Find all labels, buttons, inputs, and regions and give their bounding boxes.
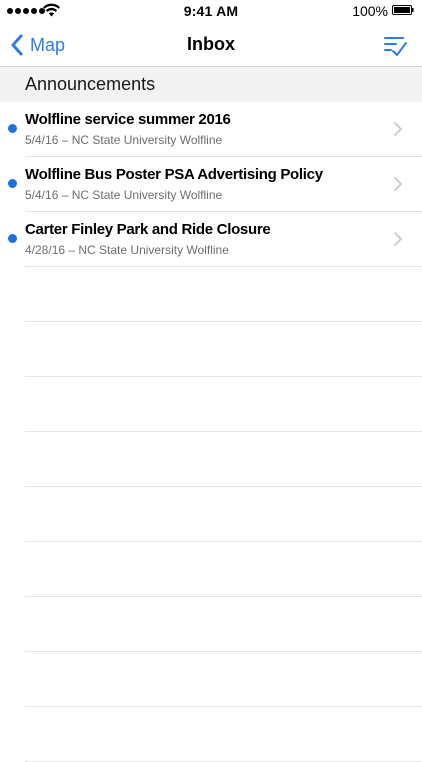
battery-icon (392, 5, 414, 15)
section-header: Announcements (0, 67, 422, 102)
message-title: Carter Finley Park and Ride Closure (25, 221, 271, 238)
unread-indicator (8, 234, 17, 243)
list-item[interactable]: Wolfline Bus Poster PSA Advertising Poli… (0, 157, 422, 212)
navigation-bar: Map Inbox (0, 24, 422, 67)
back-button[interactable]: Map (10, 31, 65, 59)
list-item[interactable]: Wolfline service summer 2016 5/4/16 – NC… (0, 102, 422, 157)
message-subtitle: 5/4/16 – NC State University Wolfline (25, 133, 223, 147)
chevron-left-icon (11, 34, 23, 56)
status-bar: 9:41 AM 100% (0, 0, 422, 24)
list-item[interactable]: Carter Finley Park and Ride Closure 4/28… (0, 212, 422, 267)
back-button-label: Map (30, 34, 66, 55)
message-subtitle: 5/4/16 – NC State University Wolfline (25, 188, 223, 202)
empty-row-separator (0, 487, 422, 542)
unread-indicator (8, 124, 17, 133)
empty-row-separator (0, 542, 422, 597)
message-title: Wolfline service summer 2016 (25, 111, 231, 128)
message-subtitle: 4/28/16 – NC State University Wolfline (25, 243, 229, 257)
empty-row-separator (0, 432, 422, 487)
empty-row-separator (0, 707, 422, 762)
battery-percent: 100% (352, 3, 388, 19)
empty-row-separator (0, 267, 422, 322)
message-list: Wolfline service summer 2016 5/4/16 – NC… (0, 102, 422, 762)
section-title: Announcements (25, 74, 156, 94)
chevron-right-icon (394, 232, 402, 246)
unread-indicator (8, 179, 17, 188)
chevron-right-icon (394, 122, 402, 136)
chevron-right-icon (394, 177, 402, 191)
empty-row-separator (0, 597, 422, 652)
message-title: Wolfline Bus Poster PSA Advertising Poli… (25, 166, 323, 183)
empty-row-separator (0, 377, 422, 432)
empty-row-separator (0, 652, 422, 707)
empty-row-separator (0, 322, 422, 377)
mark-all-read-icon[interactable] (382, 33, 408, 57)
